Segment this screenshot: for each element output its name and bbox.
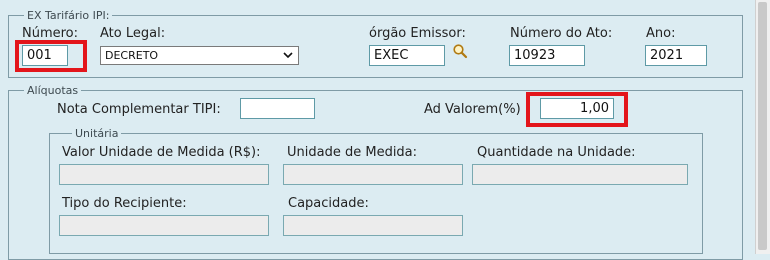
- ex-tarifario-legend: EX Tarifário IPI:: [24, 9, 113, 22]
- ato-legal-select[interactable]: DECRETO: [100, 46, 299, 65]
- numero-label: Número:: [22, 26, 79, 41]
- nota-complementar-field[interactable]: [240, 98, 315, 119]
- unidade-medida-field[interactable]: [283, 164, 463, 185]
- numero-highlight: [15, 40, 87, 72]
- tipo-recipiente-field[interactable]: [59, 215, 269, 236]
- tipo-recipiente-label: Tipo do Recipiente:: [62, 196, 187, 211]
- quantidade-unidade-field[interactable]: [472, 164, 688, 185]
- nota-complementar-label: Nota Complementar TIPI:: [57, 102, 221, 117]
- ad-valorem-highlight: [526, 92, 628, 127]
- unitaria-legend: Unitária: [72, 127, 122, 140]
- unidade-medida-label: Unidade de Medida:: [287, 145, 418, 160]
- vertical-scrollbar[interactable]: [755, 0, 770, 254]
- orgao-emissor-label: órgão Emissor:: [369, 26, 466, 41]
- ato-legal-label: Ato Legal:: [100, 26, 166, 41]
- quantidade-unidade-label: Quantidade na Unidade:: [477, 145, 636, 160]
- scrollbar-thumb[interactable]: [758, 2, 767, 250]
- numero-ato-label: Número do Ato:: [510, 26, 613, 41]
- aliquotas-legend: Alíquotas: [24, 84, 82, 97]
- valor-unidade-label: Valor Unidade de Medida (R$):: [62, 145, 261, 160]
- ato-legal-selected: DECRETO: [105, 49, 159, 62]
- magnifier-icon[interactable]: [452, 43, 468, 59]
- capacidade-field[interactable]: [283, 215, 463, 236]
- orgao-emissor-field[interactable]: EXEC: [369, 45, 445, 66]
- ano-label: Ano:: [646, 26, 676, 41]
- numero-ato-field[interactable]: 10923: [509, 45, 585, 66]
- ano-field[interactable]: 2021: [645, 45, 707, 66]
- valor-unidade-field[interactable]: [59, 164, 269, 185]
- chevron-down-icon: [283, 52, 293, 59]
- ad-valorem-label: Ad Valorem(%): [424, 102, 521, 117]
- capacidade-label: Capacidade:: [288, 196, 369, 211]
